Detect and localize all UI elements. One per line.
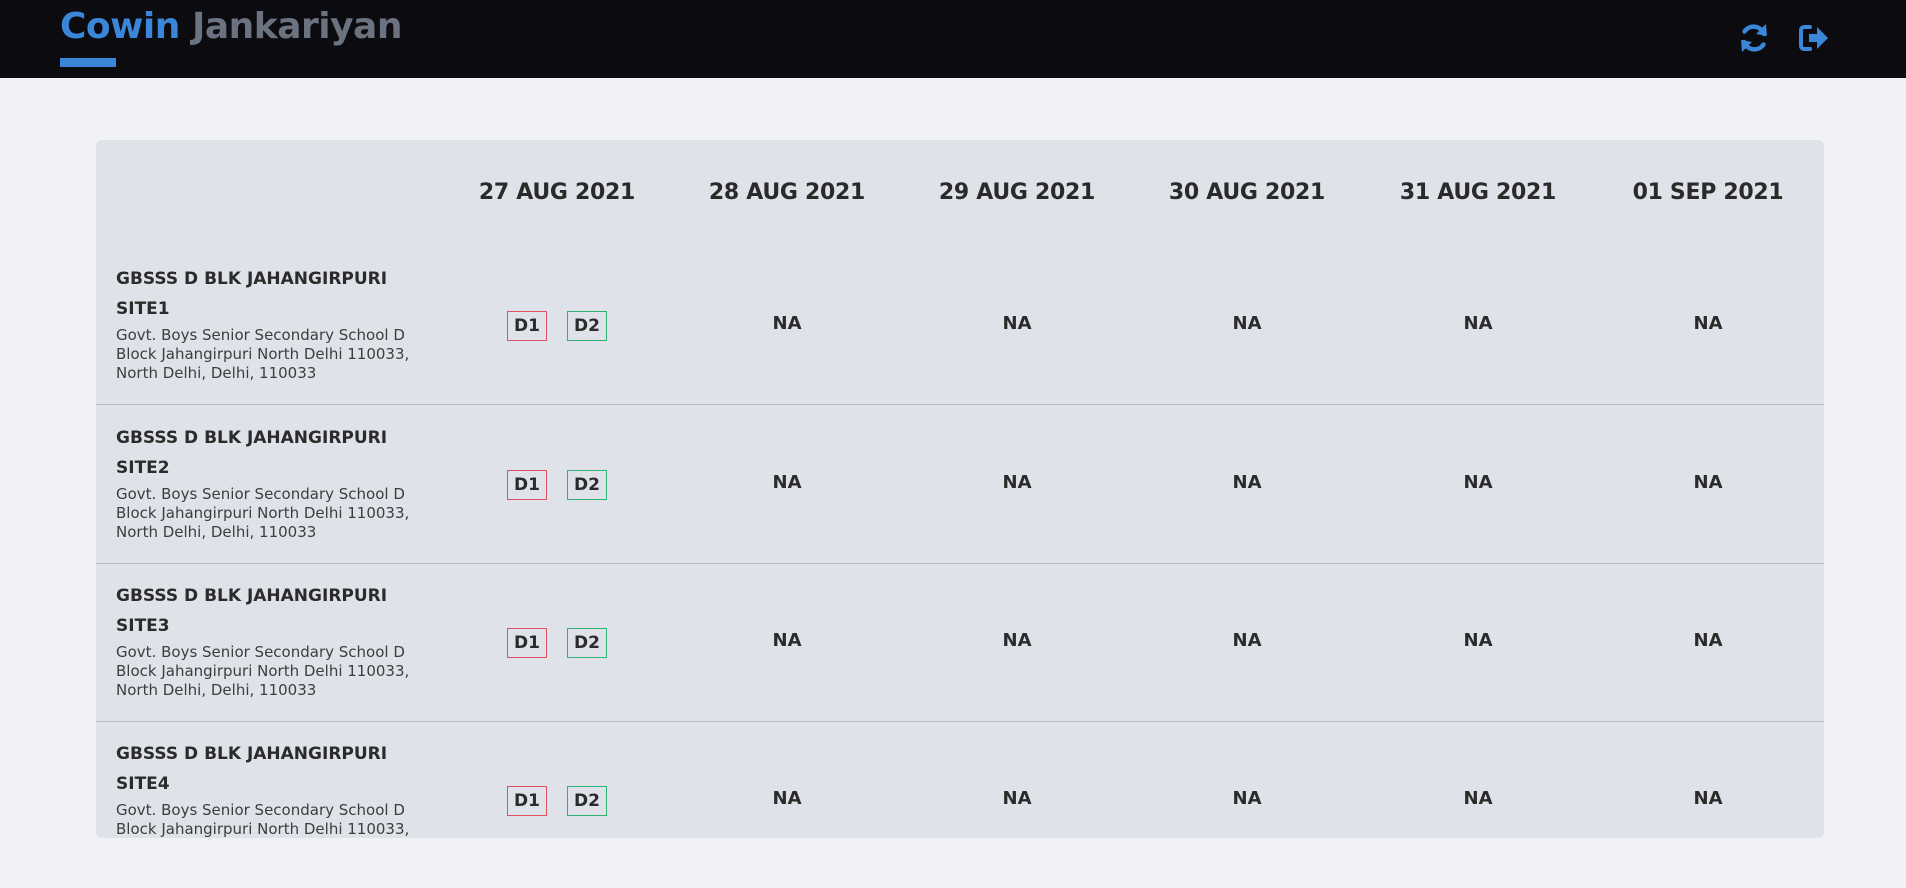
slot-na: NA xyxy=(1232,788,1262,809)
center-name-line2: SITE2 xyxy=(116,458,170,478)
center-name-line2: SITE1 xyxy=(116,299,170,319)
slot-na: NA xyxy=(1463,630,1493,651)
table-row: GBSSS D BLK JAHANGIRPURI SITE1 Govt. Boy… xyxy=(96,246,1824,405)
dose1-button[interactable]: D1 xyxy=(507,470,547,500)
refresh-icon xyxy=(1741,24,1767,52)
center-name-line2: SITE3 xyxy=(116,616,170,636)
slot-na: NA xyxy=(1693,472,1723,493)
slot-na: NA xyxy=(1463,472,1493,493)
top-navbar: Cowin Jankariyan xyxy=(0,0,1906,78)
center-name: GBSSS D BLK JAHANGIRPURI SITE2 xyxy=(116,423,416,483)
center-name: GBSSS D BLK JAHANGIRPURI SITE3 xyxy=(116,581,416,641)
slot-na: NA xyxy=(772,472,802,493)
center-name-line1: GBSSS D BLK JAHANGIRPURI xyxy=(116,269,388,289)
brand-part1: Cowin xyxy=(60,6,180,47)
logout-button[interactable] xyxy=(1796,20,1832,56)
slot-na: NA xyxy=(772,630,802,651)
brand-underline xyxy=(60,58,116,67)
slot-na: NA xyxy=(1232,313,1262,334)
dose1-button[interactable]: D1 xyxy=(507,628,547,658)
slot-na: NA xyxy=(1002,788,1032,809)
table-row: GBSSS D BLK JAHANGIRPURI SITE4 Govt. Boy… xyxy=(96,721,1824,838)
table-row: GBSSS D BLK JAHANGIRPURI SITE3 Govt. Boy… xyxy=(96,563,1824,722)
slot-na: NA xyxy=(1693,630,1723,651)
center-address: Govt. Boys Senior Secondary School D Blo… xyxy=(116,643,410,699)
center-address: Govt. Boys Senior Secondary School D Blo… xyxy=(116,326,410,382)
slot-na: NA xyxy=(772,788,802,809)
dose2-button[interactable]: D2 xyxy=(567,628,607,658)
slot-na: NA xyxy=(1693,313,1723,334)
slot-na: NA xyxy=(1463,788,1493,809)
brand-part2: Jankariyan xyxy=(191,6,403,47)
center-name-line1: GBSSS D BLK JAHANGIRPURI xyxy=(116,586,388,606)
slot-na: NA xyxy=(1232,472,1262,493)
center-name-line1: GBSSS D BLK JAHANGIRPURI xyxy=(116,744,388,764)
dose2-button[interactable]: D2 xyxy=(567,470,607,500)
logout-icon xyxy=(1799,25,1828,51)
center-name: GBSSS D BLK JAHANGIRPURI SITE4 xyxy=(116,739,416,799)
dose2-button[interactable]: D2 xyxy=(567,786,607,816)
slot-na: NA xyxy=(1693,788,1723,809)
dose1-button[interactable]: D1 xyxy=(507,786,547,816)
refresh-button[interactable] xyxy=(1736,20,1772,56)
table-row: GBSSS D BLK JAHANGIRPURI SITE2 Govt. Boy… xyxy=(96,405,1824,564)
dose2-button[interactable]: D2 xyxy=(567,311,607,341)
dose1-button[interactable]: D1 xyxy=(507,311,547,341)
table-body: GBSSS D BLK JAHANGIRPURI SITE1 Govt. Boy… xyxy=(96,140,1824,838)
slot-na: NA xyxy=(1463,313,1493,334)
center-name-line2: SITE4 xyxy=(116,774,170,794)
slot-na: NA xyxy=(1002,472,1032,493)
center-name: GBSSS D BLK JAHANGIRPURI SITE1 xyxy=(116,264,416,324)
center-name-line1: GBSSS D BLK JAHANGIRPURI xyxy=(116,428,388,448)
slot-na: NA xyxy=(1002,313,1032,334)
center-address: Govt. Boys Senior Secondary School D Blo… xyxy=(116,485,410,541)
slot-na: NA xyxy=(1232,630,1262,651)
app-logo[interactable]: Cowin Jankariyan xyxy=(60,6,402,47)
slot-na: NA xyxy=(772,313,802,334)
center-address: Govt. Boys Senior Secondary School D Blo… xyxy=(116,801,410,838)
slot-na: NA xyxy=(1002,630,1032,651)
